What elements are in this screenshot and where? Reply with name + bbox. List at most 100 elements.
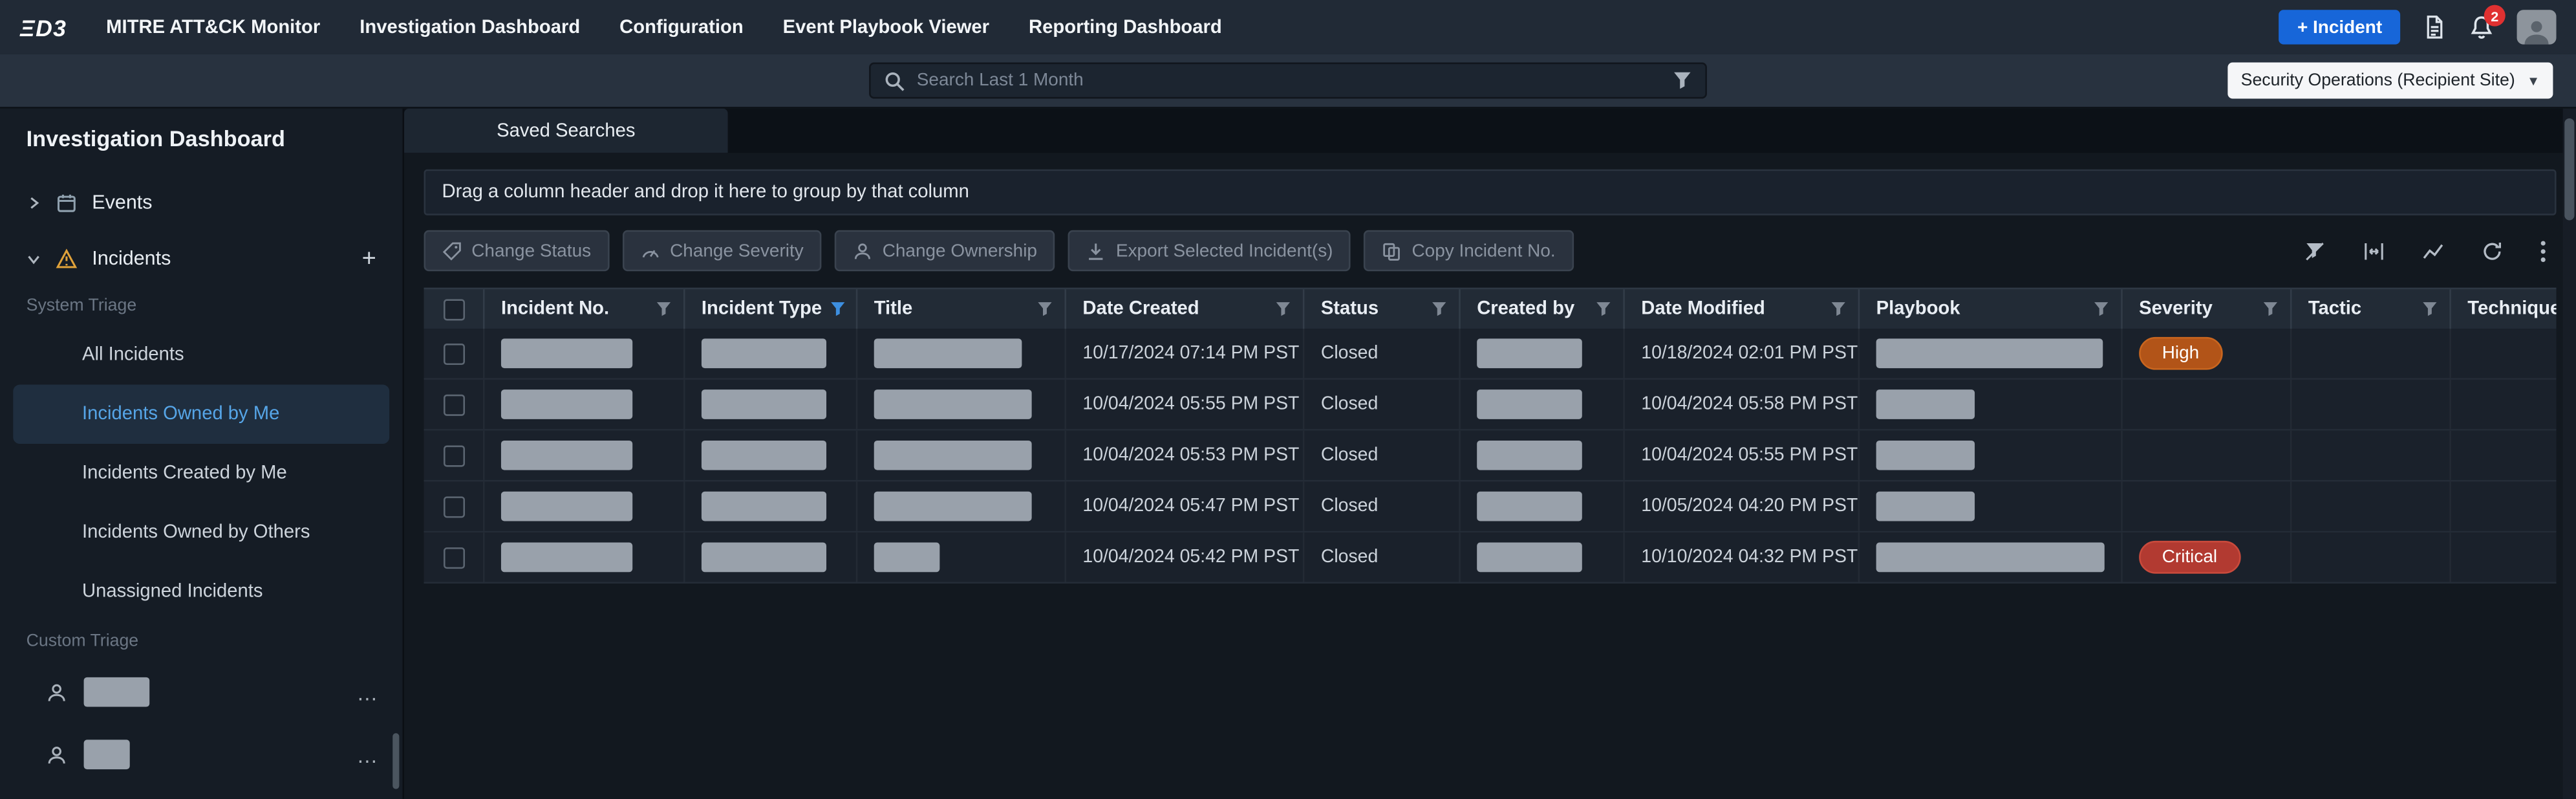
global-search: [869, 63, 1707, 99]
new-incident-button[interactable]: + Incident: [2279, 10, 2400, 44]
more-options-icon[interactable]: …: [356, 742, 380, 767]
tab-strip: Saved Searches: [404, 109, 2576, 153]
column-header-incident-no[interactable]: Incident No.: [485, 289, 685, 329]
table-row[interactable]: 10/04/2024 05:55 PM PST Closed 10/04/202…: [424, 380, 2557, 431]
column-header-severity[interactable]: Severity: [2123, 289, 2292, 329]
page-scrollbar-thumb[interactable]: [2564, 118, 2574, 221]
column-header-date-modified[interactable]: Date Modified: [1625, 289, 1860, 329]
column-resize-icon[interactable]: [2363, 239, 2386, 263]
search-input[interactable]: [917, 71, 1661, 90]
clear-filter-icon[interactable]: [2303, 239, 2326, 263]
sidebar-item-label: Events: [92, 191, 152, 214]
refresh-icon[interactable]: [2481, 239, 2504, 263]
change-ownership-button[interactable]: Change Ownership: [835, 230, 1055, 272]
copy-incident-no-button[interactable]: Copy Incident No.: [1364, 230, 1574, 272]
user-avatar[interactable]: [2517, 10, 2557, 44]
column-header-tactic[interactable]: Tactic: [2292, 289, 2451, 329]
main-nav: MITRE ATT&CK Monitor Investigation Dashb…: [106, 17, 1222, 37]
redacted-created-by: [1477, 389, 1582, 419]
topbar-actions: + Incident 2: [2279, 10, 2557, 44]
filter-icon-active[interactable]: [830, 301, 846, 317]
cell-severity: [2123, 431, 2292, 480]
more-options-icon[interactable]: …: [356, 680, 380, 705]
table-row[interactable]: 10/04/2024 05:42 PM PST Closed 10/10/202…: [424, 532, 2557, 584]
chevron-right-icon[interactable]: [27, 195, 41, 210]
sidebar-item-incidents-created-by-me[interactable]: Incidents Created by Me: [13, 444, 389, 503]
custom-triage-item[interactable]: …: [0, 723, 403, 786]
group-by-dropzone[interactable]: Drag a column header and drop it here to…: [424, 170, 2557, 215]
sidebar-scrollbar-thumb[interactable]: [392, 733, 399, 789]
redacted-created-by: [1477, 338, 1582, 368]
sidebar-item-incidents-owned-by-me[interactable]: Incidents Owned by Me: [13, 385, 389, 444]
filter-icon[interactable]: [1830, 301, 1846, 317]
nav-item-event-playbook-viewer[interactable]: Event Playbook Viewer: [783, 17, 989, 37]
redacted-playbook: [1876, 492, 1975, 521]
row-checkbox[interactable]: [443, 394, 464, 415]
system-triage-label: System Triage: [0, 286, 403, 325]
column-header-created-by[interactable]: Created by: [1461, 289, 1625, 329]
sidebar-item-incidents[interactable]: Incidents +: [0, 230, 403, 286]
row-checkbox[interactable]: [443, 547, 464, 568]
page-title: Investigation Dashboard: [0, 127, 403, 151]
column-header-technique[interactable]: Technique: [2451, 289, 2557, 329]
redacted-created-by: [1477, 492, 1582, 521]
nav-item-mitre-attck-monitor[interactable]: MITRE ATT&CK Monitor: [106, 17, 320, 37]
filter-icon[interactable]: [2093, 301, 2109, 317]
nav-item-configuration[interactable]: Configuration: [619, 17, 744, 37]
chart-icon[interactable]: [2421, 239, 2445, 263]
site-selector-dropdown[interactable]: Security Operations (Recipient Site) ▼: [2227, 63, 2553, 99]
filter-icon[interactable]: [1595, 301, 1611, 317]
change-severity-button[interactable]: Change Severity: [622, 230, 821, 272]
filter-icon[interactable]: [1275, 301, 1291, 317]
column-header-status[interactable]: Status: [1304, 289, 1460, 329]
column-header-date-created[interactable]: Date Created: [1066, 289, 1304, 329]
table-row[interactable]: 10/04/2024 05:53 PM PST Closed 10/04/202…: [424, 431, 2557, 482]
sidebar-item-all-incidents[interactable]: All Incidents: [13, 325, 389, 384]
filter-icon[interactable]: [2421, 301, 2438, 317]
sidebar-item-incidents-owned-by-others[interactable]: Incidents Owned by Others: [13, 503, 389, 562]
cell-status: Closed: [1304, 481, 1460, 531]
cell-date-modified: 10/05/2024 04:20 PM PST: [1625, 481, 1860, 531]
sidebar-item-unassigned-incidents[interactable]: Unassigned Incidents: [13, 562, 389, 621]
filter-icon[interactable]: [656, 301, 672, 317]
sidebar-item-events[interactable]: Events: [0, 174, 403, 230]
redacted-title: [874, 441, 1032, 470]
tab-saved-searches[interactable]: Saved Searches: [404, 109, 728, 153]
filter-icon[interactable]: [2262, 301, 2279, 317]
document-icon[interactable]: [2423, 15, 2447, 39]
notifications-bell-icon[interactable]: 2: [2469, 15, 2494, 39]
sidebar: Investigation Dashboard Events: [0, 109, 404, 799]
filter-icon[interactable]: [1431, 301, 1447, 317]
row-checkbox[interactable]: [443, 343, 464, 364]
site-selector-value: Security Operations (Recipient Site): [2241, 71, 2515, 90]
nav-item-reporting-dashboard[interactable]: Reporting Dashboard: [1029, 17, 1222, 37]
change-status-button[interactable]: Change Status: [424, 230, 610, 272]
filter-icon[interactable]: [1036, 301, 1053, 317]
nav-item-investigation-dashboard[interactable]: Investigation Dashboard: [360, 17, 580, 37]
cell-status: Closed: [1304, 532, 1460, 582]
cell-date-modified: 10/10/2024 04:32 PM PST: [1625, 532, 1860, 582]
table-row[interactable]: 10/17/2024 07:14 PM PST Closed 10/18/202…: [424, 329, 2557, 380]
chevron-down-icon[interactable]: [27, 250, 41, 265]
kebab-menu-icon[interactable]: [2540, 239, 2546, 263]
redacted-incident-no: [501, 542, 632, 572]
column-header-playbook[interactable]: Playbook: [1860, 289, 2123, 329]
page-scrollbar[interactable]: [2563, 109, 2576, 799]
redacted-title: [874, 542, 940, 572]
redacted-playbook: [1876, 389, 1975, 419]
search-filter-icon[interactable]: [1673, 71, 1692, 90]
row-checkbox[interactable]: [443, 444, 464, 466]
add-incident-group-icon[interactable]: +: [358, 246, 379, 270]
select-all-checkbox[interactable]: [443, 298, 464, 320]
cell-technique: [2451, 532, 2557, 582]
column-header-incident-type[interactable]: Incident Type: [685, 289, 858, 329]
custom-triage-item[interactable]: …: [0, 661, 403, 723]
severity-badge: High: [2139, 337, 2222, 370]
column-header-title[interactable]: Title: [857, 289, 1066, 329]
table-row[interactable]: 10/04/2024 05:47 PM PST Closed 10/05/202…: [424, 481, 2557, 532]
export-selected-incidents-button[interactable]: Export Selected Incident(s): [1068, 230, 1351, 272]
cell-technique: [2451, 329, 2557, 378]
redacted-incident-type: [702, 389, 826, 419]
redacted-incident-no: [501, 441, 632, 470]
row-checkbox[interactable]: [443, 496, 464, 517]
